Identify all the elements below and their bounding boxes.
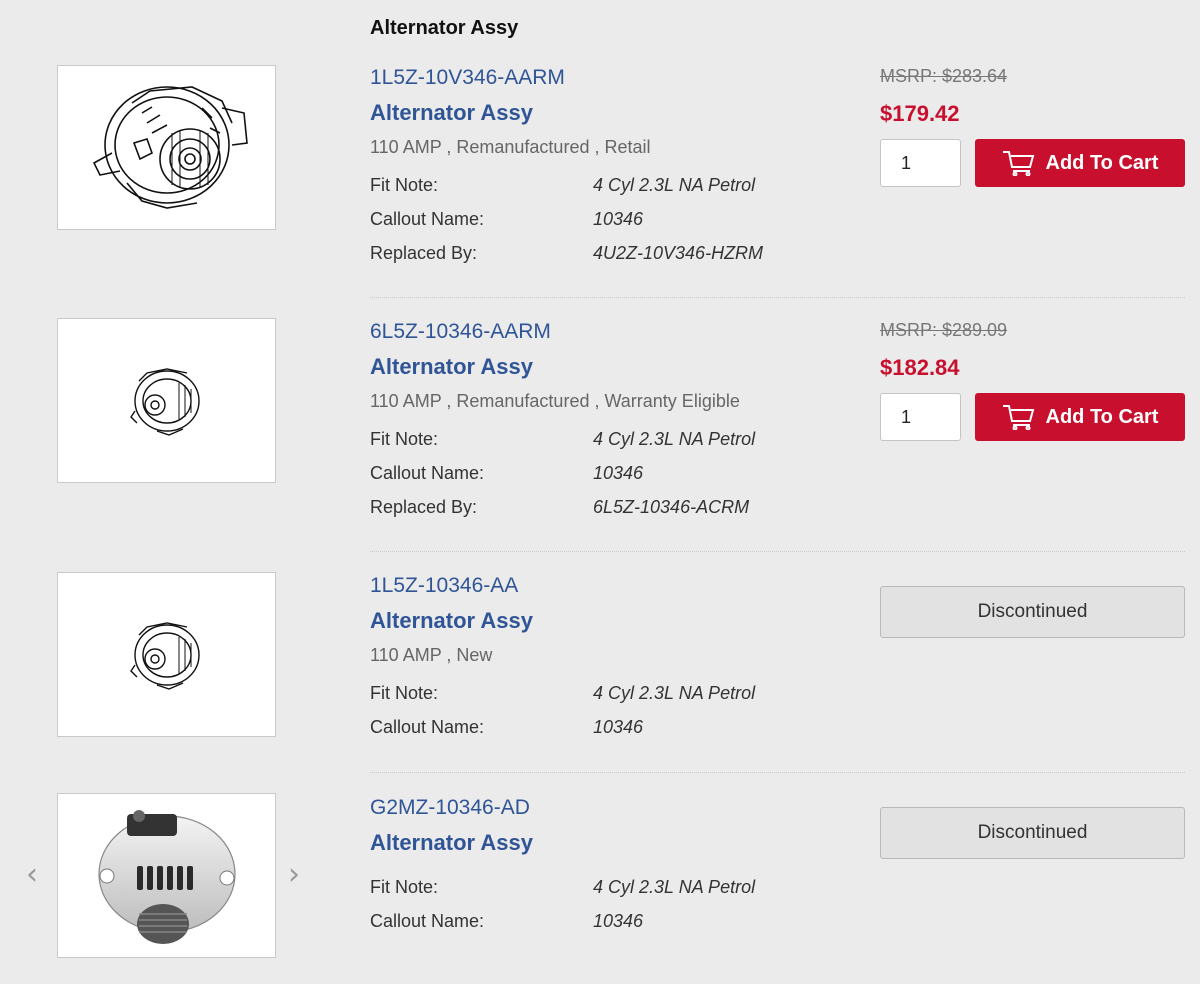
- buy-controls: Add To Cart: [880, 393, 1185, 441]
- alternator-line-drawing-icon: [92, 85, 248, 209]
- shopping-cart-icon: [1002, 151, 1034, 176]
- spec-replaced-by: Replaced By: 4U2Z-10V346-HZRM: [370, 236, 763, 270]
- spec-value: 10346: [593, 910, 644, 931]
- spec-value: 4 Cyl 2.3L NA Petrol: [593, 876, 756, 897]
- spec-fit-note: Fit Note: 4 Cyl 2.3L NA Petrol: [370, 422, 755, 456]
- part-description: 110 AMP , Remanufactured , Retail: [370, 137, 651, 157]
- part-name-link[interactable]: Alternator Assy: [370, 830, 755, 856]
- spec-label: Callout Name:: [370, 208, 485, 229]
- sale-price: $182.84: [880, 355, 960, 380]
- spec-value: 10346: [593, 462, 644, 483]
- spec-callout-name: Callout Name: 10346: [370, 904, 755, 938]
- quantity-input[interactable]: [880, 139, 961, 187]
- discontinued-button[interactable]: Discontinued: [880, 807, 1185, 859]
- spec-fit-note: Fit Note: 4 Cyl 2.3L NA Petrol: [370, 870, 755, 904]
- part-number-link[interactable]: 1L5Z-10V346-AARM: [370, 66, 763, 90]
- part-name-link[interactable]: Alternator Assy: [370, 354, 755, 380]
- spec-value: 4 Cyl 2.3L NA Petrol: [593, 428, 756, 449]
- product-image[interactable]: [57, 793, 276, 958]
- alternator-small-drawing-icon: [129, 367, 200, 436]
- spec-callout-name: Callout Name: 10346: [370, 710, 755, 744]
- add-to-cart-label: Add To Cart: [1045, 405, 1159, 428]
- section-title: Alternator Assy: [370, 17, 519, 39]
- spec-value: 10346: [593, 208, 644, 229]
- part-description: 110 AMP , New: [370, 645, 493, 665]
- msrp-price: MSRP: $289.09: [880, 320, 1008, 340]
- add-to-cart-button[interactable]: Add To Cart: [975, 139, 1185, 187]
- part-number-link[interactable]: G2MZ-10346-AD: [370, 796, 755, 820]
- product-image[interactable]: [57, 65, 276, 230]
- discontinued-button[interactable]: Discontinued: [880, 586, 1185, 638]
- spec-replaced-by: Replaced By: 6L5Z-10346-ACRM: [370, 490, 755, 524]
- product-image[interactable]: [57, 318, 276, 483]
- spec-label: Callout Name:: [370, 910, 485, 931]
- part-name-link[interactable]: Alternator Assy: [370, 608, 755, 634]
- spec-list: Fit Note: 4 Cyl 2.3L NA Petrol Callout Na…: [370, 422, 755, 524]
- spec-value: 6L5Z-10346-ACRM: [593, 496, 750, 517]
- spec-callout-name: Callout Name: 10346: [370, 456, 755, 490]
- alternator-photo-icon: [97, 809, 236, 944]
- spec-label: Callout Name:: [370, 716, 485, 737]
- spec-fit-note: Fit Note: 4 Cyl 2.3L NA Petrol: [370, 676, 755, 710]
- spec-list: Fit Note: 4 Cyl 2.3L NA Petrol Callout Na…: [370, 168, 763, 270]
- part-number-link[interactable]: 1L5Z-10346-AA: [370, 574, 755, 598]
- sale-price: $179.42: [880, 101, 960, 126]
- product-image[interactable]: [57, 572, 276, 737]
- chevron-left-icon[interactable]: ‹: [26, 857, 38, 892]
- part-name-link[interactable]: Alternator Assy: [370, 100, 763, 126]
- quantity-input[interactable]: [880, 393, 961, 441]
- part-number-link[interactable]: 6L5Z-10346-AARM: [370, 320, 755, 344]
- spec-value: 4 Cyl 2.3L NA Petrol: [593, 174, 756, 195]
- row-divider: [370, 297, 1185, 298]
- spec-label: Fit Note:: [370, 876, 439, 897]
- spec-label: Callout Name:: [370, 462, 485, 483]
- spec-label: Replaced By:: [370, 242, 478, 263]
- spec-label: Replaced By:: [370, 496, 478, 517]
- spec-value: 4U2Z-10V346-HZRM: [593, 242, 764, 263]
- row-divider: [370, 772, 1185, 773]
- spec-callout-name: Callout Name: 10346: [370, 202, 763, 236]
- spec-label: Fit Note:: [370, 428, 439, 449]
- chevron-right-icon[interactable]: ›: [288, 857, 300, 892]
- part-description: 110 AMP , Remanufactured , Warranty Elig…: [370, 391, 740, 411]
- spec-label: Fit Note:: [370, 174, 439, 195]
- spec-list: Fit Note: 4 Cyl 2.3L NA Petrol Callout Na…: [370, 870, 755, 938]
- spec-fit-note: Fit Note: 4 Cyl 2.3L NA Petrol: [370, 168, 763, 202]
- msrp-price: MSRP: $283.64: [880, 66, 1008, 86]
- row-divider: [370, 551, 1185, 552]
- alternator-small-drawing-icon: [129, 621, 200, 690]
- add-to-cart-button[interactable]: Add To Cart: [975, 393, 1185, 441]
- spec-list: Fit Note: 4 Cyl 2.3L NA Petrol Callout Na…: [370, 676, 755, 744]
- spec-value: 4 Cyl 2.3L NA Petrol: [593, 682, 756, 703]
- spec-label: Fit Note:: [370, 682, 439, 703]
- shopping-cart-icon: [1002, 405, 1034, 430]
- spec-value: 10346: [593, 716, 644, 737]
- buy-controls: Add To Cart: [880, 139, 1185, 187]
- add-to-cart-label: Add To Cart: [1045, 151, 1159, 174]
